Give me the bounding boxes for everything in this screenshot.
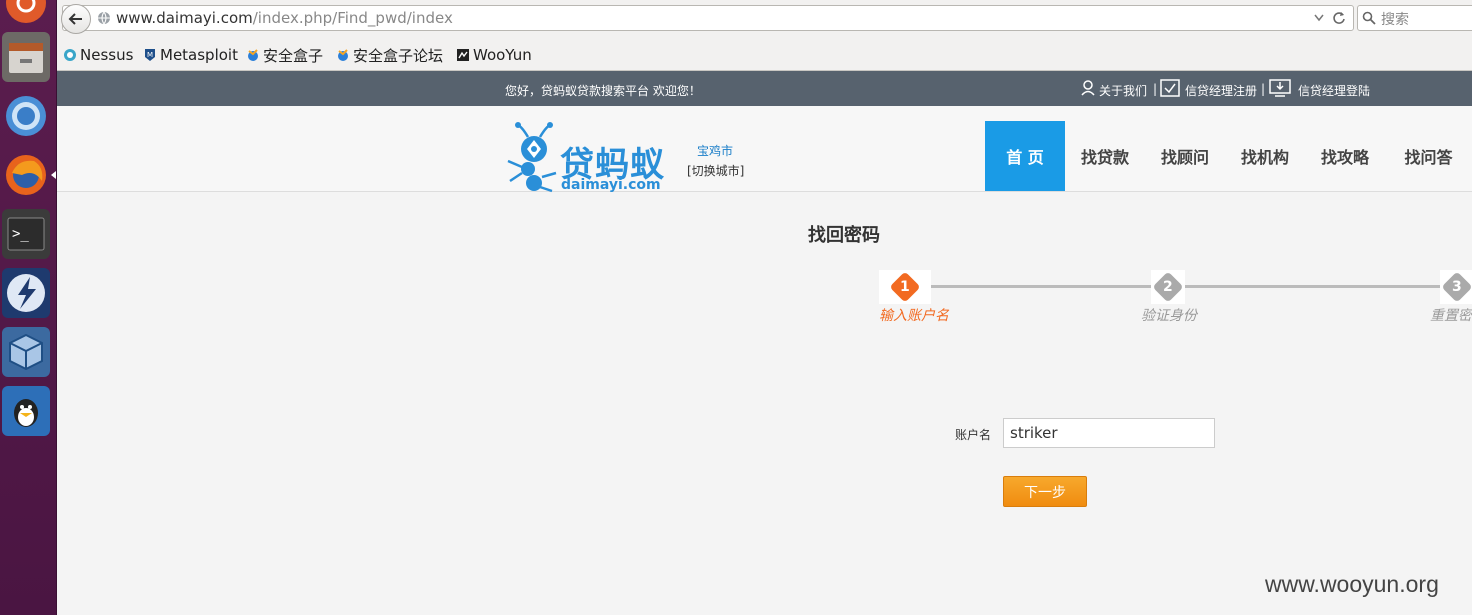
url-dropdown-icon[interactable]: [1314, 14, 1324, 22]
chromium-icon[interactable]: [2, 91, 50, 141]
bookmark-anquanhezi[interactable]: 安全盒子: [246, 45, 323, 65]
dash-icon[interactable]: [2, 0, 50, 28]
separator: |: [1261, 82, 1266, 96]
firefox-icon[interactable]: [2, 150, 50, 200]
account-label: 账户名: [955, 428, 992, 442]
box-icon: [338, 49, 348, 61]
register-link[interactable]: 信贷经理注册: [1185, 82, 1257, 99]
nav-find-qa[interactable]: 找问答: [1385, 121, 1472, 191]
account-input[interactable]: [1003, 418, 1215, 448]
wooyun-icon: [457, 49, 469, 61]
wooyun-watermark: www.wooyun.org: [1265, 571, 1439, 597]
step-3-label: 重置密: [1430, 308, 1472, 324]
step-1-label: 输入账户名: [879, 308, 949, 324]
svg-text:M: M: [147, 51, 153, 59]
files-icon[interactable]: [2, 32, 50, 82]
switch-city-link[interactable]: [切换城市]: [687, 162, 744, 179]
register-icon: [1160, 79, 1180, 97]
nav-find-advisor[interactable]: 找顾问: [1145, 121, 1225, 191]
user-icon: [1081, 80, 1095, 96]
ubuntu-launcher: >_: [0, 0, 57, 615]
back-arrow-icon: [68, 13, 82, 25]
web-page: 您好，贷蚂蚁贷款搜索平台 欢迎您！ 关于我们 | 信贷经理注册 | 信贷经理登陆…: [57, 71, 1472, 615]
step-connector: [1167, 285, 1472, 288]
step-2-label: 验证身份: [1141, 308, 1197, 324]
step-3-marker: 3: [1440, 270, 1472, 304]
search-icon: [1362, 11, 1376, 25]
login-link[interactable]: 信贷经理登陆: [1298, 82, 1370, 99]
nav-find-loan[interactable]: 找贷款: [1065, 121, 1145, 191]
zap-icon[interactable]: [2, 268, 50, 318]
bookmark-metasploit[interactable]: M Metasploit: [143, 45, 238, 65]
terminal-icon[interactable]: >_: [2, 209, 50, 259]
bookmark-anquanhezi-forum[interactable]: 安全盒子论坛: [336, 45, 443, 65]
nav-home[interactable]: 首 页: [985, 121, 1065, 191]
ant-logo-icon[interactable]: [504, 121, 562, 193]
virtualbox-icon[interactable]: [2, 327, 50, 377]
nessus-icon: [64, 49, 76, 61]
globe-icon: [98, 11, 110, 25]
welcome-text: 您好，贷蚂蚁贷款搜索平台 欢迎您！: [505, 84, 701, 98]
svg-text:>_: >_: [12, 226, 29, 242]
step-2-marker: 2: [1151, 270, 1185, 304]
back-button[interactable]: [61, 4, 91, 34]
running-indicator: [51, 171, 56, 179]
bookmark-nessus[interactable]: Nessus: [63, 45, 133, 65]
search-placeholder: 搜索: [1381, 12, 1409, 28]
step-connector: [897, 285, 1167, 288]
metasploit-icon: M: [145, 49, 155, 61]
about-link[interactable]: 关于我们: [1099, 82, 1147, 99]
nav-find-institution[interactable]: 找机构: [1225, 121, 1305, 191]
logo-en[interactable]: daimayi.com: [561, 177, 661, 193]
bookmark-wooyun[interactable]: WooYun: [456, 45, 532, 65]
top-bar: 您好，贷蚂蚁贷款搜索平台 欢迎您！ 关于我们 | 信贷经理注册 | 信贷经理登陆: [57, 71, 1472, 106]
step-1-marker: 1: [879, 270, 931, 304]
city-name: 宝鸡市: [697, 144, 734, 158]
nav-find-guide[interactable]: 找攻略: [1305, 121, 1385, 191]
url-text[interactable]: www.daimayi.com/index.php/Find_pwd/index: [116, 9, 453, 27]
qq-icon[interactable]: [2, 386, 50, 436]
page-title: 找回密码: [808, 225, 880, 246]
reload-icon[interactable]: [1332, 11, 1346, 25]
next-step-button[interactable]: 下一步: [1003, 476, 1087, 507]
box-icon: [248, 49, 258, 61]
separator: |: [1153, 82, 1158, 96]
login-icon: [1269, 79, 1291, 97]
